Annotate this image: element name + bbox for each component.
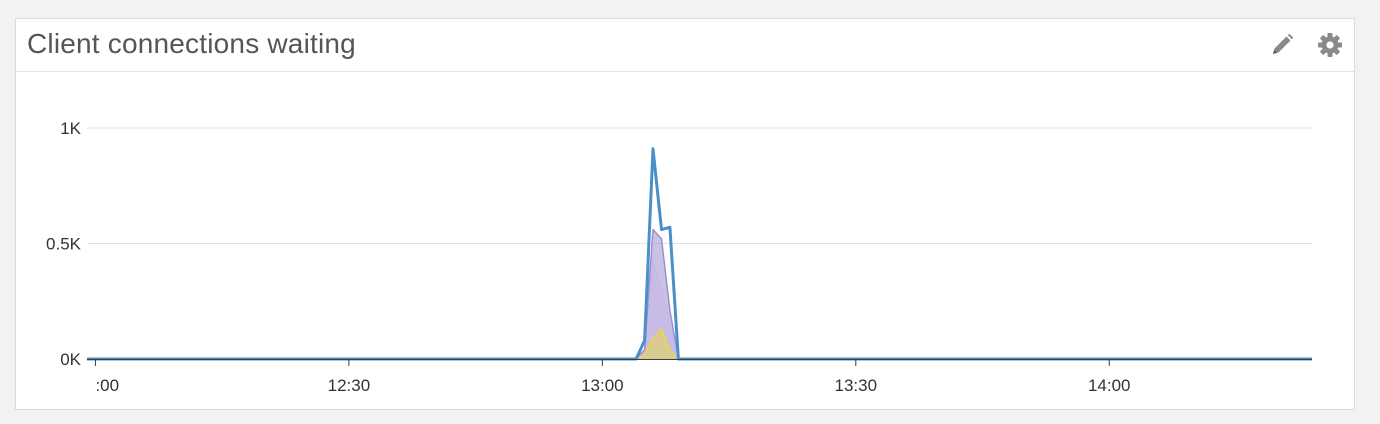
series-line-3 xyxy=(87,328,1312,360)
x-tick-label: :00 xyxy=(95,376,119,395)
chart-widget: Client connections waiting 0K 0.5K 1K:0… xyxy=(15,18,1355,410)
x-tick-label: 14:00 xyxy=(1088,376,1131,395)
widget-header: Client connections waiting xyxy=(16,19,1354,72)
y-tick-label: 0.5K xyxy=(46,235,82,254)
x-tick-label: 13:00 xyxy=(581,376,624,395)
x-tick-label: 13:30 xyxy=(835,376,878,395)
series-line-2 xyxy=(87,261,1312,360)
series-area-1 xyxy=(87,229,1312,359)
y-tick-label: 1K xyxy=(60,119,81,138)
widget-title: Client connections waiting xyxy=(27,28,356,59)
series-area-2 xyxy=(87,262,1312,359)
series-area-0 xyxy=(87,149,1312,359)
x-tick-label: 12:30 xyxy=(328,376,371,395)
y-tick-label: 0K xyxy=(60,350,81,369)
series-line-1 xyxy=(87,228,1312,360)
series-line-0 xyxy=(87,147,1312,361)
pencil-icon[interactable] xyxy=(1268,31,1296,59)
series-area-3 xyxy=(87,329,1312,359)
line-chart: 0K 0.5K 1K :00 12:30 13:00 13:30 14:00 xyxy=(46,119,1312,395)
gear-icon[interactable] xyxy=(1316,31,1344,59)
